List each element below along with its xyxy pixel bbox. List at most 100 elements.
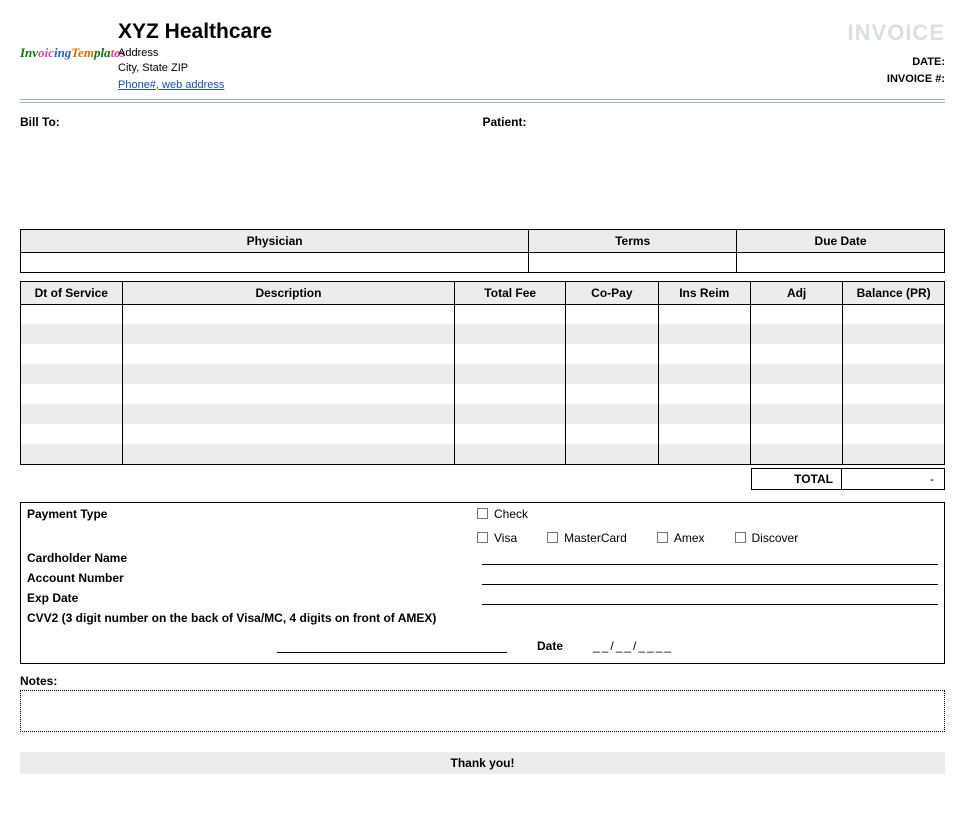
- physician-terms-table: Physician Terms Due Date: [20, 229, 945, 273]
- item-cell[interactable]: [658, 384, 750, 404]
- col-total-fee: Total Fee: [455, 281, 566, 304]
- item-cell[interactable]: [843, 424, 945, 444]
- item-cell[interactable]: [658, 304, 750, 324]
- item-cell[interactable]: [566, 404, 658, 424]
- item-cell[interactable]: [750, 344, 842, 364]
- item-cell[interactable]: [658, 364, 750, 384]
- total-label: TOTAL: [751, 468, 841, 490]
- item-cell[interactable]: [566, 364, 658, 384]
- item-cell[interactable]: [455, 404, 566, 424]
- checkbox-icon[interactable]: [735, 532, 746, 543]
- item-cell[interactable]: [658, 444, 750, 464]
- date-label: DATE:: [848, 54, 945, 71]
- item-cell[interactable]: [455, 384, 566, 404]
- item-cell[interactable]: [21, 444, 123, 464]
- payment-option[interactable]: MasterCard: [547, 531, 627, 545]
- item-cell[interactable]: [455, 444, 566, 464]
- payment-option[interactable]: Amex: [657, 531, 705, 545]
- payment-option-label: Amex: [674, 531, 705, 545]
- signature-line[interactable]: [277, 639, 507, 653]
- payment-option[interactable]: Visa: [477, 531, 517, 545]
- item-cell[interactable]: [843, 344, 945, 364]
- item-cell[interactable]: [566, 424, 658, 444]
- item-cell[interactable]: [658, 324, 750, 344]
- item-cell[interactable]: [750, 324, 842, 344]
- item-cell[interactable]: [122, 424, 455, 444]
- item-cell[interactable]: [566, 444, 658, 464]
- company-contact-link[interactable]: Phone#, web address: [118, 79, 224, 91]
- invoice-number-label: INVOICE #:: [848, 71, 945, 88]
- item-cell[interactable]: [750, 304, 842, 324]
- account-number-input[interactable]: [482, 571, 938, 585]
- item-cell[interactable]: [122, 384, 455, 404]
- item-cell[interactable]: [566, 384, 658, 404]
- item-cell[interactable]: [843, 444, 945, 464]
- exp-date-input[interactable]: [482, 591, 938, 605]
- company-name: XYZ Healthcare: [118, 20, 848, 44]
- col-copay: Co-Pay: [566, 281, 658, 304]
- col-due-date: Due Date: [737, 229, 945, 252]
- checkbox-icon[interactable]: [657, 532, 668, 543]
- checkbox-icon[interactable]: [477, 508, 488, 519]
- item-cell[interactable]: [21, 324, 123, 344]
- item-cell[interactable]: [750, 444, 842, 464]
- item-cell[interactable]: [566, 344, 658, 364]
- checkbox-icon[interactable]: [477, 532, 488, 543]
- item-cell[interactable]: [122, 444, 455, 464]
- payment-section: Payment Type CheckVisaMasterCardAmexDisc…: [20, 502, 945, 664]
- item-cell[interactable]: [122, 364, 455, 384]
- item-cell[interactable]: [455, 424, 566, 444]
- item-cell[interactable]: [122, 344, 455, 364]
- item-cell[interactable]: [21, 364, 123, 384]
- item-cell[interactable]: [566, 304, 658, 324]
- item-cell[interactable]: [455, 344, 566, 364]
- item-cell[interactable]: [750, 424, 842, 444]
- payment-date-value[interactable]: __/__/____: [593, 639, 673, 653]
- item-cell[interactable]: [21, 384, 123, 404]
- item-cell[interactable]: [658, 404, 750, 424]
- item-cell[interactable]: [750, 364, 842, 384]
- item-cell[interactable]: [455, 364, 566, 384]
- item-cell[interactable]: [843, 324, 945, 344]
- bill-to-label: Bill To:: [20, 115, 483, 129]
- item-cell[interactable]: [122, 404, 455, 424]
- cell-terms[interactable]: [529, 252, 737, 272]
- item-cell[interactable]: [843, 304, 945, 324]
- item-cell[interactable]: [750, 384, 842, 404]
- item-cell[interactable]: [843, 364, 945, 384]
- item-cell[interactable]: [658, 344, 750, 364]
- cardholder-name-input[interactable]: [482, 551, 938, 565]
- cell-due-date[interactable]: [737, 252, 945, 272]
- item-cell[interactable]: [455, 304, 566, 324]
- item-cell[interactable]: [21, 424, 123, 444]
- thank-you-footer: Thank you!: [20, 752, 945, 774]
- item-cell[interactable]: [566, 324, 658, 344]
- divider: [20, 99, 945, 103]
- item-cell[interactable]: [21, 344, 123, 364]
- payment-option-label: Check: [494, 507, 528, 521]
- account-number-label: Account Number: [27, 571, 482, 585]
- company-address-2: City, State ZIP: [118, 61, 848, 76]
- item-cell[interactable]: [21, 404, 123, 424]
- col-description: Description: [122, 281, 455, 304]
- col-physician: Physician: [21, 229, 529, 252]
- checkbox-icon[interactable]: [547, 532, 558, 543]
- notes-input[interactable]: [20, 690, 945, 732]
- payment-option-label: Discover: [752, 531, 799, 545]
- col-adj: Adj: [750, 281, 842, 304]
- item-cell[interactable]: [843, 404, 945, 424]
- cvv-label: CVV2 (3 digit number on the back of Visa…: [27, 611, 436, 625]
- item-cell[interactable]: [843, 384, 945, 404]
- cell-physician[interactable]: [21, 252, 529, 272]
- payment-option[interactable]: Check: [477, 507, 528, 521]
- exp-date-label: Exp Date: [27, 591, 482, 605]
- item-cell[interactable]: [750, 404, 842, 424]
- item-cell[interactable]: [455, 324, 566, 344]
- line-items-table: Dt of Service Description Total Fee Co-P…: [20, 281, 945, 465]
- item-cell[interactable]: [122, 324, 455, 344]
- payment-option[interactable]: Discover: [735, 531, 799, 545]
- item-cell[interactable]: [658, 424, 750, 444]
- item-cell[interactable]: [122, 304, 455, 324]
- item-cell[interactable]: [21, 304, 123, 324]
- notes-label: Notes:: [20, 674, 945, 688]
